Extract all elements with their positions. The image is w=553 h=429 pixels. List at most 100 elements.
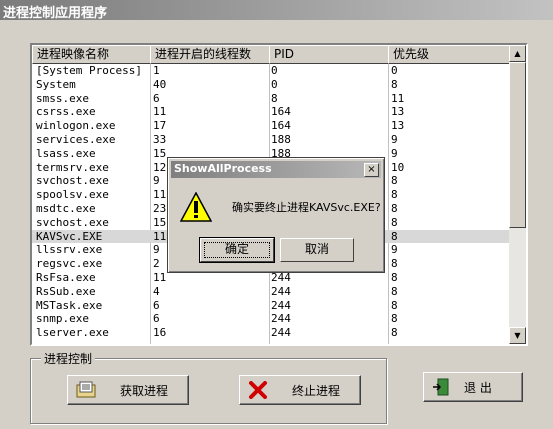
dialog-title-bar[interactable]: ShowAllProcess × bbox=[171, 161, 381, 178]
group-legend: 进程控制 bbox=[41, 350, 96, 367]
table-cell: 244 bbox=[271, 284, 291, 298]
title-bar[interactable]: 进程控制应用程序 bbox=[0, 0, 553, 21]
table-cell: System bbox=[36, 77, 76, 91]
table-cell: 8 bbox=[391, 201, 398, 215]
table-cell: 10 bbox=[391, 160, 405, 174]
list-header: 进程映像名称 进程开启的线程数 PID 优先级 bbox=[32, 45, 510, 64]
column-header-priority[interactable]: 优先级 bbox=[388, 45, 510, 64]
table-row[interactable]: RsSub.exe 4 244 8 bbox=[32, 285, 509, 299]
scroll-up-button[interactable]: ▲ bbox=[509, 45, 526, 62]
exit-label: 退 出 bbox=[464, 381, 492, 395]
red-x-icon bbox=[249, 381, 267, 399]
table-cell: 0 bbox=[391, 64, 398, 77]
table-row[interactable]: smss.exe 6 8 11 bbox=[32, 92, 509, 106]
dialog-title: ShowAllProcess bbox=[174, 162, 272, 175]
exit-door-icon bbox=[433, 378, 449, 396]
table-cell: 6 bbox=[153, 298, 160, 312]
kill-process-button[interactable]: 终止进程 bbox=[239, 375, 361, 405]
table-row[interactable]: RsFsa.exe 11 244 8 bbox=[32, 271, 509, 285]
dialog-message: 确实要终止进程KAVSvc.EXE? bbox=[232, 201, 381, 214]
table-cell: 8 bbox=[391, 229, 398, 243]
table-cell: 8 bbox=[391, 257, 398, 271]
table-cell: 4 bbox=[153, 284, 160, 298]
table-cell: 244 bbox=[271, 298, 291, 312]
table-cell: 11 bbox=[391, 91, 405, 105]
table-cell: lsass.exe bbox=[36, 146, 96, 160]
table-cell: 8 bbox=[391, 188, 398, 202]
table-cell: 11 bbox=[153, 105, 167, 119]
table-cell: 40 bbox=[153, 77, 167, 91]
process-control-group: 进程控制 获取进程 终止进程 bbox=[30, 350, 387, 424]
table-row[interactable]: csrss.exe 11 164 13 bbox=[32, 105, 509, 119]
dialog-ok-button[interactable]: 确定 bbox=[199, 237, 275, 263]
column-header-threads[interactable]: 进程开启的线程数 bbox=[150, 45, 270, 64]
table-cell: 0 bbox=[271, 77, 278, 91]
table-cell: llssrv.exe bbox=[36, 243, 103, 257]
table-cell: 16 bbox=[153, 326, 167, 340]
table-cell: 6 bbox=[153, 91, 160, 105]
table-row[interactable]: MSTask.exe 6 244 8 bbox=[32, 299, 509, 313]
table-cell: 8 bbox=[391, 270, 398, 284]
table-cell: 13 bbox=[391, 119, 405, 133]
focus-rect bbox=[204, 242, 270, 258]
table-row[interactable]: services.exe 33 188 9 bbox=[32, 133, 509, 147]
vertical-scrollbar[interactable]: ▲ ▼ bbox=[509, 45, 526, 344]
table-row[interactable]: winlogon.exe 17 164 13 bbox=[32, 119, 509, 133]
warning-icon bbox=[180, 192, 212, 222]
column-header-pid[interactable]: PID bbox=[269, 45, 389, 64]
table-cell: termsrv.exe bbox=[36, 160, 109, 174]
get-processes-label: 获取进程 bbox=[120, 384, 169, 398]
dialog-cancel-label: 取消 bbox=[304, 242, 329, 256]
table-cell: 6 bbox=[153, 312, 160, 326]
table-row[interactable]: lserver.exe 16 244 8 bbox=[32, 326, 509, 340]
confirm-dialog: ShowAllProcess × 确实要终止进程KAVSvc.EXE? 确定 取… bbox=[167, 157, 385, 273]
table-row[interactable]: snmp.exe 6 244 8 bbox=[32, 312, 509, 326]
table-cell: 164 bbox=[271, 105, 291, 119]
window-title: 进程控制应用程序 bbox=[3, 6, 108, 21]
table-cell: lserver.exe bbox=[36, 326, 109, 340]
table-cell: [System Process] bbox=[36, 64, 142, 77]
table-cell: KAVSvc.EXE bbox=[36, 229, 103, 243]
dialog-cancel-button[interactable]: 取消 bbox=[280, 238, 354, 262]
scroll-thumb[interactable] bbox=[509, 62, 526, 228]
table-cell: 8 bbox=[391, 77, 398, 91]
table-cell: msdtc.exe bbox=[36, 201, 96, 215]
table-cell: snmp.exe bbox=[36, 312, 89, 326]
table-cell: 33 bbox=[153, 132, 167, 146]
dialog-close-button[interactable]: × bbox=[364, 163, 379, 177]
table-cell: smss.exe bbox=[36, 91, 89, 105]
column-header-name[interactable]: 进程映像名称 bbox=[32, 45, 151, 64]
table-cell: services.exe bbox=[36, 132, 116, 146]
table-cell: csrss.exe bbox=[36, 105, 96, 119]
table-cell: 244 bbox=[271, 326, 291, 340]
table-row[interactable]: System 40 0 8 bbox=[32, 78, 509, 92]
table-cell: 1 bbox=[153, 64, 160, 77]
table-cell: 11 bbox=[153, 270, 167, 284]
kill-process-label: 终止进程 bbox=[292, 384, 341, 398]
table-cell: RsSub.exe bbox=[36, 284, 96, 298]
table-cell: 9 bbox=[391, 132, 398, 146]
table-cell: 0 bbox=[271, 64, 278, 77]
table-cell: MSTask.exe bbox=[36, 298, 103, 312]
scroll-down-button[interactable]: ▼ bbox=[509, 327, 526, 344]
table-cell: 8 bbox=[271, 91, 278, 105]
exit-button[interactable]: 退 出 bbox=[423, 372, 523, 402]
table-cell: spoolsv.exe bbox=[36, 188, 109, 202]
table-cell: 8 bbox=[391, 312, 398, 326]
table-cell: 8 bbox=[391, 215, 398, 229]
table-cell: 8 bbox=[391, 284, 398, 298]
table-cell: 8 bbox=[391, 326, 398, 340]
table-cell: 244 bbox=[271, 270, 291, 284]
table-cell: svchost.exe bbox=[36, 174, 109, 188]
table-cell: 9 bbox=[391, 146, 398, 160]
table-row[interactable]: [System Process] 1 0 0 bbox=[32, 64, 509, 78]
table-cell: 8 bbox=[391, 174, 398, 188]
folder-list-icon bbox=[76, 381, 96, 398]
table-cell: RsFsa.exe bbox=[36, 270, 96, 284]
table-cell: 13 bbox=[391, 105, 405, 119]
table-cell: 244 bbox=[271, 312, 291, 326]
table-cell: 17 bbox=[153, 119, 167, 133]
table-cell: svchost.exe bbox=[36, 215, 109, 229]
get-processes-button[interactable]: 获取进程 bbox=[67, 375, 189, 405]
table-cell: 188 bbox=[271, 132, 291, 146]
